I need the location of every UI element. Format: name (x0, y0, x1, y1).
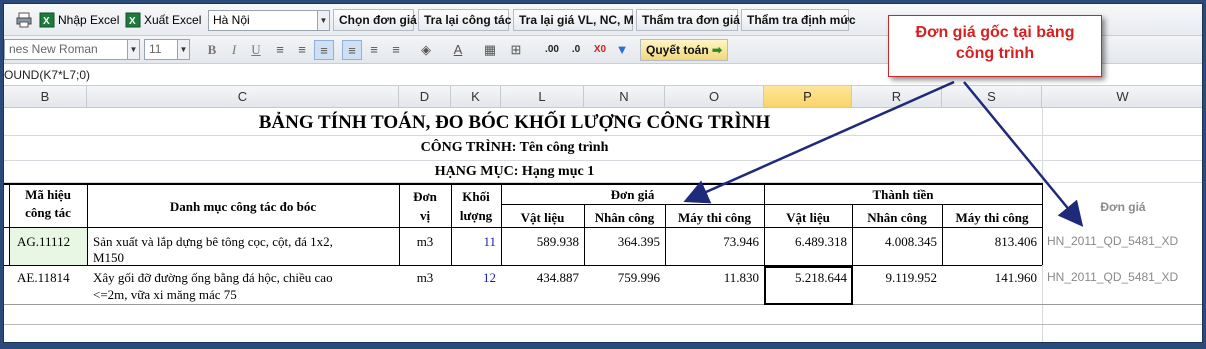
callout-line2: công trình (955, 45, 1035, 62)
arrow-to-price-source (963, 81, 1084, 227)
app-window: X Nhập Excel X Xuất Excel Hà Nội ▼ Chọn … (3, 3, 1203, 343)
arrow-to-unit-price (683, 80, 955, 204)
callout-line1: Đơn giá gốc tại bảng (915, 24, 1075, 41)
annotation-callout: Đơn giá gốc tại bảng công trình (888, 15, 1102, 77)
